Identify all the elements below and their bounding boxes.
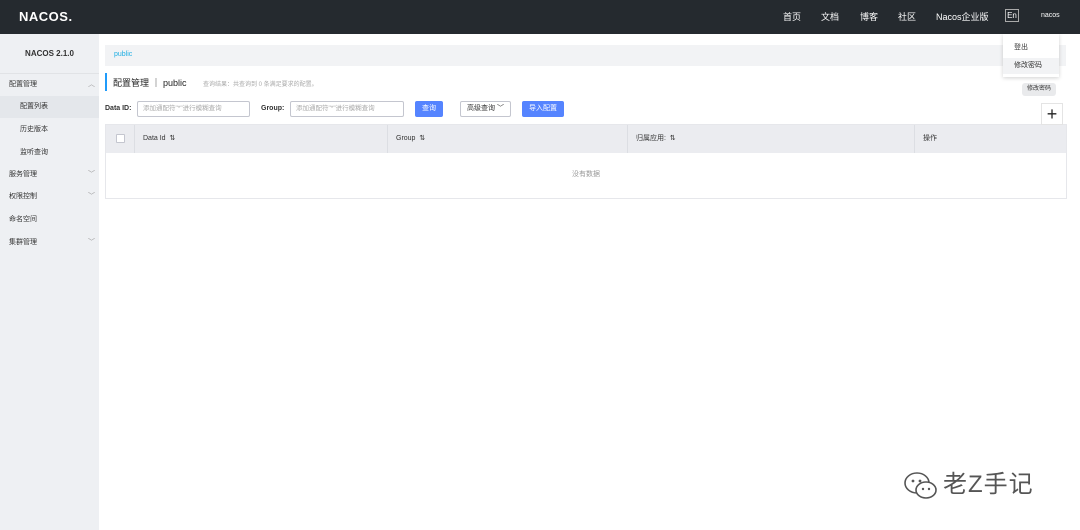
nav-home[interactable]: 首页 xyxy=(783,10,801,23)
page-title: 配置管理 ｜ public xyxy=(113,78,187,88)
column-header-label: 归属应用: xyxy=(636,135,666,142)
sidebar-item-label: 权限控制 xyxy=(9,193,37,200)
sidebar-item-access-control[interactable]: 权限控制 ﹀ xyxy=(0,186,99,208)
namespace-bar: public xyxy=(105,45,1066,66)
sidebar-item-label: 命名空间 xyxy=(9,216,37,223)
chevron-down-icon: ﹀ xyxy=(88,171,95,178)
logout-menu-item[interactable]: 登出 xyxy=(1003,40,1059,56)
add-config-button[interactable]: + xyxy=(1041,103,1063,125)
column-header-app[interactable]: 归属应用: ⇅ xyxy=(627,125,914,153)
empty-state: 没有数据 xyxy=(572,171,600,178)
tooltip: 修改密码 xyxy=(1022,83,1056,96)
query-button[interactable]: 查询 xyxy=(415,101,443,117)
watermark-text: 老Z手记 xyxy=(943,471,1034,498)
watermark: 老Z手记 xyxy=(903,464,1034,501)
change-password-menu-item[interactable]: 修改密码 xyxy=(1003,58,1059,74)
column-header-data-id[interactable]: Data Id ⇅ xyxy=(134,125,387,153)
group-input[interactable]: 添加通配符"*"进行模糊查询 xyxy=(290,101,404,117)
top-nav-bar: NACOS. 首页 文档 博客 社区 Nacos企业版 En nacos xyxy=(0,0,1080,34)
sidebar-item-namespace[interactable]: 命名空间 xyxy=(0,209,99,231)
data-id-label: Data ID: xyxy=(105,105,132,112)
sort-icon[interactable]: ⇅ xyxy=(168,135,175,142)
table-header: Data Id ⇅ Group ⇅ 归属应用: ⇅ 操作 xyxy=(106,125,1066,153)
version-label: NACOS 2.1.0 xyxy=(0,34,99,74)
sidebar-item-config-management[interactable]: 配置管理 ︿ xyxy=(0,74,99,96)
sidebar-item-label: 配置管理 xyxy=(9,81,37,88)
nav-docs[interactable]: 文档 xyxy=(821,10,839,23)
chevron-down-icon: ﹀ xyxy=(88,193,95,200)
nav-enterprise[interactable]: Nacos企业版 xyxy=(936,10,989,23)
main-content: public 配置管理 ｜ public 查询结果：共查询到 0 条满足要求的配… xyxy=(99,34,1080,530)
sort-icon[interactable]: ⇅ xyxy=(668,135,676,142)
sidebar-item-label: 服务管理 xyxy=(9,171,37,178)
column-header-group[interactable]: Group ⇅ xyxy=(387,125,627,153)
column-header-actions: 操作 xyxy=(914,125,1066,153)
nav-community[interactable]: 社区 xyxy=(898,10,916,23)
plus-icon: + xyxy=(1046,104,1058,124)
import-config-button[interactable]: 导入配置 xyxy=(522,101,564,117)
advanced-query-label: 高级查询 xyxy=(467,105,496,112)
sidebar-item-label: 配置列表 xyxy=(20,103,48,110)
advanced-query-button[interactable]: 高级查询 ﹀ xyxy=(460,101,511,117)
page-title-row: 配置管理 ｜ public 查询结果：共查询到 0 条满足要求的配置。 xyxy=(105,73,318,91)
sidebar-item-service-management[interactable]: 服务管理 ﹀ xyxy=(0,164,99,186)
select-all-cell xyxy=(106,125,134,153)
language-toggle[interactable]: En xyxy=(1005,9,1019,22)
sidebar-item-label: 历史版本 xyxy=(20,126,48,133)
namespace-link[interactable]: public xyxy=(114,51,132,58)
sidebar-item-config-list[interactable]: 配置列表 xyxy=(0,96,99,118)
logo-text: NACOS. xyxy=(19,9,73,24)
column-header-label: Data Id xyxy=(143,135,166,142)
query-result-hint: 查询结果：共查询到 0 条满足要求的配置。 xyxy=(202,82,318,88)
sidebar-item-label: 集群管理 xyxy=(9,239,37,246)
sidebar-item-cluster-management[interactable]: 集群管理 ﹀ xyxy=(0,232,99,254)
chevron-up-icon: ︿ xyxy=(88,81,95,88)
data-id-input[interactable]: 添加通配符"*"进行模糊查询 xyxy=(137,101,250,117)
sidebar-item-label: 监听查询 xyxy=(20,149,48,156)
sidebar-item-history[interactable]: 历史版本 xyxy=(0,119,99,141)
sidebar: NACOS 2.1.0 配置管理 ︿ 配置列表 历史版本 监听查询 服务管理 ﹀… xyxy=(0,34,99,530)
chevron-down-icon: ﹀ xyxy=(496,105,504,112)
wechat-icon xyxy=(904,471,937,499)
user-menu-trigger[interactable]: nacos xyxy=(1041,12,1060,19)
chevron-down-icon: ﹀ xyxy=(88,239,95,246)
config-table: Data Id ⇅ Group ⇅ 归属应用: ⇅ 操作 没有数据 xyxy=(105,124,1067,199)
nav-blog[interactable]: 博客 xyxy=(860,10,878,23)
column-header-label: 操作 xyxy=(923,135,937,142)
select-all-checkbox[interactable] xyxy=(116,134,125,143)
sidebar-item-listener-query[interactable]: 监听查询 xyxy=(0,142,99,164)
group-label: Group: xyxy=(261,105,285,112)
sort-icon[interactable]: ⇅ xyxy=(417,135,425,142)
nacos-logo[interactable]: NACOS. xyxy=(19,9,73,24)
user-dropdown-menu: 登出 修改密码 xyxy=(1003,34,1059,77)
column-header-label: Group xyxy=(396,135,416,142)
